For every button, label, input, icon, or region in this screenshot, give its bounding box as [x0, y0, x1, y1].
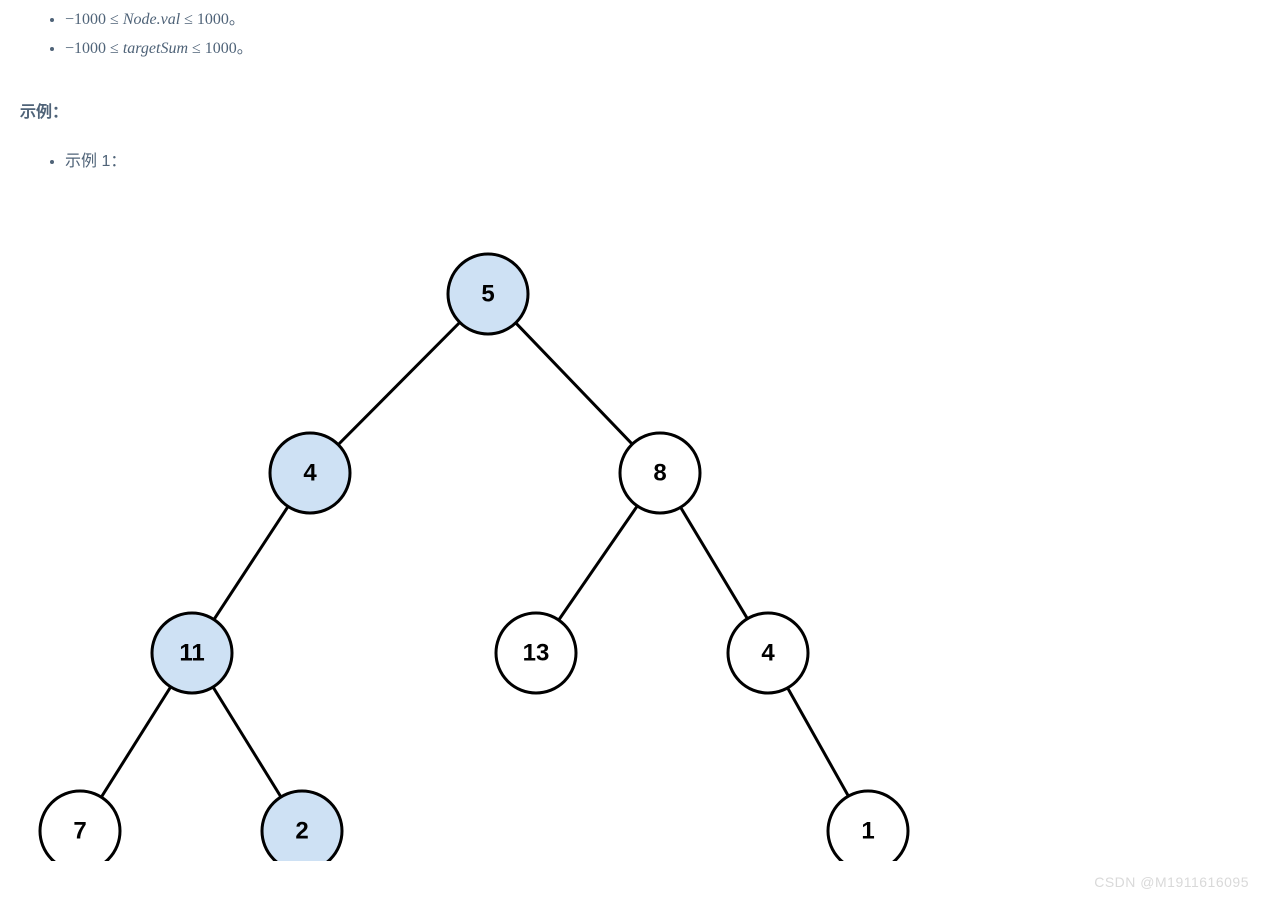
- constraint-item: −1000 ≤ targetSum ≤ 1000。: [65, 34, 1243, 58]
- watermark: CSDN @M1911616095: [1094, 874, 1249, 890]
- tree-edges: [80, 294, 868, 831]
- constraint-text: −1000 ≤ Node.val ≤ 1000。: [65, 11, 245, 28]
- node-11-label: 11: [179, 640, 204, 667]
- tree-diagram: 5 4 8 11 13 4 7 2 1: [20, 201, 1243, 866]
- node-4-left-label: 4: [303, 460, 317, 487]
- tree-svg: 5 4 8 11 13 4 7 2 1: [20, 201, 920, 861]
- node-4-right-label: 4: [761, 640, 775, 667]
- constraints-list: −1000 ≤ Node.val ≤ 1000。 −1000 ≤ targetS…: [20, 5, 1243, 58]
- example-heading: 示例：: [20, 98, 1243, 122]
- constraint-item: −1000 ≤ Node.val ≤ 1000。: [65, 5, 1243, 29]
- node-7-label: 7: [73, 818, 86, 845]
- node-1-label: 1: [861, 818, 874, 845]
- example-list: 示例 1：: [20, 147, 1243, 171]
- node-5-label: 5: [481, 281, 494, 308]
- node-8-label: 8: [653, 460, 666, 487]
- tree-nodes: 5 4 8 11 13 4 7 2 1: [40, 254, 908, 861]
- node-13-label: 13: [523, 640, 550, 667]
- constraint-text: −1000 ≤ targetSum ≤ 1000。: [65, 40, 253, 57]
- node-2-label: 2: [295, 818, 308, 845]
- example-1-label: 示例 1：: [65, 147, 1243, 171]
